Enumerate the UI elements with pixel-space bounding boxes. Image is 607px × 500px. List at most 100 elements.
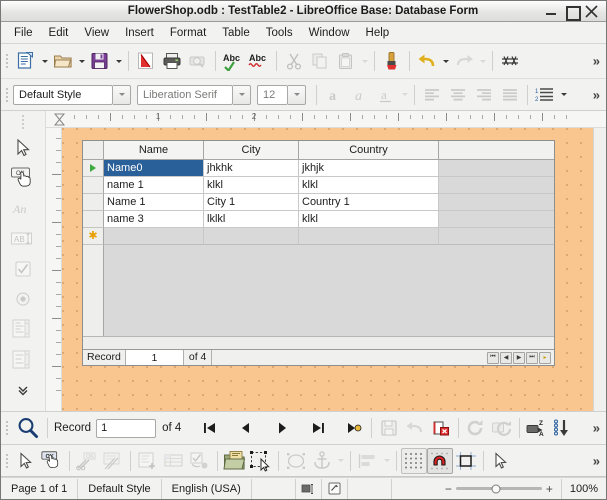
status-language[interactable]: English (USA): [162, 478, 252, 499]
cell-city[interactable]: City 1: [204, 194, 299, 211]
record-number-input[interactable]: 1: [96, 418, 157, 438]
delete-record-icon[interactable]: [428, 415, 454, 441]
cell-city[interactable]: klkl: [204, 177, 299, 194]
text-box-tool-icon[interactable]: AB: [8, 224, 38, 254]
document-modified-icon[interactable]: [322, 478, 348, 499]
zoom-in-button[interactable]: +: [546, 482, 553, 496]
font-size-combo[interactable]: 12: [257, 84, 306, 105]
select-tool-icon[interactable]: [8, 133, 38, 163]
save-document-icon[interactable]: [87, 48, 113, 74]
display-grid-icon[interactable]: [283, 448, 309, 474]
last-record-icon[interactable]: [305, 415, 331, 441]
status-zoom-level[interactable]: 100%: [560, 478, 606, 499]
form-navigator-icon[interactable]: [161, 448, 187, 474]
new-document-icon[interactable]: [13, 48, 39, 74]
undo-icon[interactable]: [414, 48, 440, 74]
table-new-row[interactable]: ✱: [83, 228, 554, 245]
row-header-current[interactable]: [83, 160, 104, 177]
italic-icon[interactable]: a: [347, 82, 373, 108]
column-header-name[interactable]: Name: [104, 141, 204, 160]
grid-first-record-icon[interactable]: ⏮: [487, 351, 499, 364]
clone-formatting-icon[interactable]: [379, 48, 405, 74]
more-controls-chevron-down-icon[interactable]: [8, 375, 38, 405]
list-box-tool-icon[interactable]: [8, 314, 38, 344]
format-toolbar-overflow[interactable]: »: [590, 86, 603, 103]
row-header[interactable]: [83, 194, 104, 211]
text-selection-mode-icon[interactable]: [296, 478, 322, 499]
select-controls-icon[interactable]: [248, 448, 274, 474]
ordered-list-icon[interactable]: 1 2: [532, 82, 558, 108]
cell-city-empty[interactable]: [204, 228, 299, 245]
open-document-dropdown[interactable]: [76, 48, 87, 74]
save-document-dropdown[interactable]: [113, 48, 124, 74]
menu-edit[interactable]: Edit: [41, 24, 77, 42]
grid-last-record-icon[interactable]: ⏭: [526, 351, 538, 364]
export-pdf-icon[interactable]: [133, 48, 159, 74]
paragraph-style-combo[interactable]: Default Style: [13, 84, 131, 105]
close-icon[interactable]: [585, 4, 598, 18]
vertical-ruler[interactable]: [46, 128, 62, 411]
align-objects-icon[interactable]: [355, 448, 381, 474]
horizontal-ruler[interactable]: 1 2: [46, 111, 606, 128]
menu-help[interactable]: Help: [358, 24, 398, 42]
toolbar-grip[interactable]: [4, 417, 10, 439]
cell-name[interactable]: name 1: [104, 177, 204, 194]
find-record-search-icon[interactable]: [13, 413, 43, 443]
align-right-icon[interactable]: [471, 82, 497, 108]
table-row[interactable]: Name 1 City 1 Country 1: [83, 194, 554, 211]
add-field-icon[interactable]: [222, 448, 248, 474]
design-arrow-icon[interactable]: [488, 448, 514, 474]
refresh-icon[interactable]: [463, 415, 489, 441]
open-in-design-mode-icon[interactable]: [100, 448, 126, 474]
bold-icon[interactable]: a: [321, 82, 347, 108]
menu-insert[interactable]: Insert: [117, 24, 162, 42]
open-document-icon[interactable]: [50, 48, 76, 74]
main-toolbar-overflow[interactable]: »: [590, 53, 603, 70]
check-box-tool-icon[interactable]: [8, 254, 38, 284]
cell-country-empty[interactable]: [299, 228, 439, 245]
font-size-input[interactable]: 12: [257, 84, 288, 105]
first-record-icon[interactable]: [197, 415, 223, 441]
font-name-combo[interactable]: Liberation Serif: [137, 84, 251, 105]
design-toolbar-overflow[interactable]: »: [590, 452, 603, 469]
next-record-icon[interactable]: [269, 415, 295, 441]
underline-dropdown[interactable]: [399, 82, 410, 108]
option-button-tool-icon[interactable]: [8, 284, 38, 314]
menu-table[interactable]: Table: [214, 24, 258, 42]
form-design-canvas[interactable]: Name City Country Name0 jhkhk jkhjk name…: [62, 128, 593, 411]
zoom-out-button[interactable]: −: [445, 482, 452, 496]
zoom-slider[interactable]: − +: [437, 482, 561, 496]
refresh-control-icon[interactable]: [489, 415, 515, 441]
zoom-slider-knob[interactable]: [491, 484, 501, 493]
column-header-city[interactable]: City: [204, 141, 299, 160]
anchor-dropdown[interactable]: [335, 448, 346, 474]
spelling-icon[interactable]: Abc: [220, 48, 246, 74]
status-selection-mode[interactable]: [252, 478, 296, 499]
grid-record-input[interactable]: 1: [125, 350, 184, 365]
formatting-marks-icon[interactable]: [497, 48, 523, 74]
paste-icon[interactable]: [333, 48, 359, 74]
column-header-country[interactable]: Country: [299, 141, 439, 160]
menu-window[interactable]: Window: [301, 24, 358, 42]
cell-country[interactable]: klkl: [299, 177, 439, 194]
paste-dropdown[interactable]: [359, 48, 370, 74]
maximize-button[interactable]: [565, 5, 581, 21]
minimize-button[interactable]: [545, 5, 558, 18]
toolbar-grip[interactable]: [4, 50, 10, 72]
undo-dropdown[interactable]: [440, 48, 451, 74]
font-name-input[interactable]: Liberation Serif: [137, 84, 233, 105]
sort-ascending-icon[interactable]: Z A: [524, 415, 550, 441]
form-properties-icon[interactable]: [135, 448, 161, 474]
status-style[interactable]: Default Style: [78, 478, 162, 499]
table-row[interactable]: name 1 klkl klkl: [83, 177, 554, 194]
cell-city[interactable]: lklkl: [204, 211, 299, 228]
toolbar-grip[interactable]: [22, 115, 24, 129]
table-corner-header[interactable]: [83, 141, 104, 160]
table-row[interactable]: name 3 lklkl klkl: [83, 211, 554, 228]
grid-visible-icon[interactable]: [401, 447, 427, 474]
cell-country[interactable]: jkhjk: [299, 160, 439, 177]
design-select-tool-icon[interactable]: [13, 448, 39, 474]
autospellcheck-icon[interactable]: Abc: [246, 48, 272, 74]
cut-icon[interactable]: [281, 48, 307, 74]
menu-view[interactable]: View: [76, 24, 117, 42]
